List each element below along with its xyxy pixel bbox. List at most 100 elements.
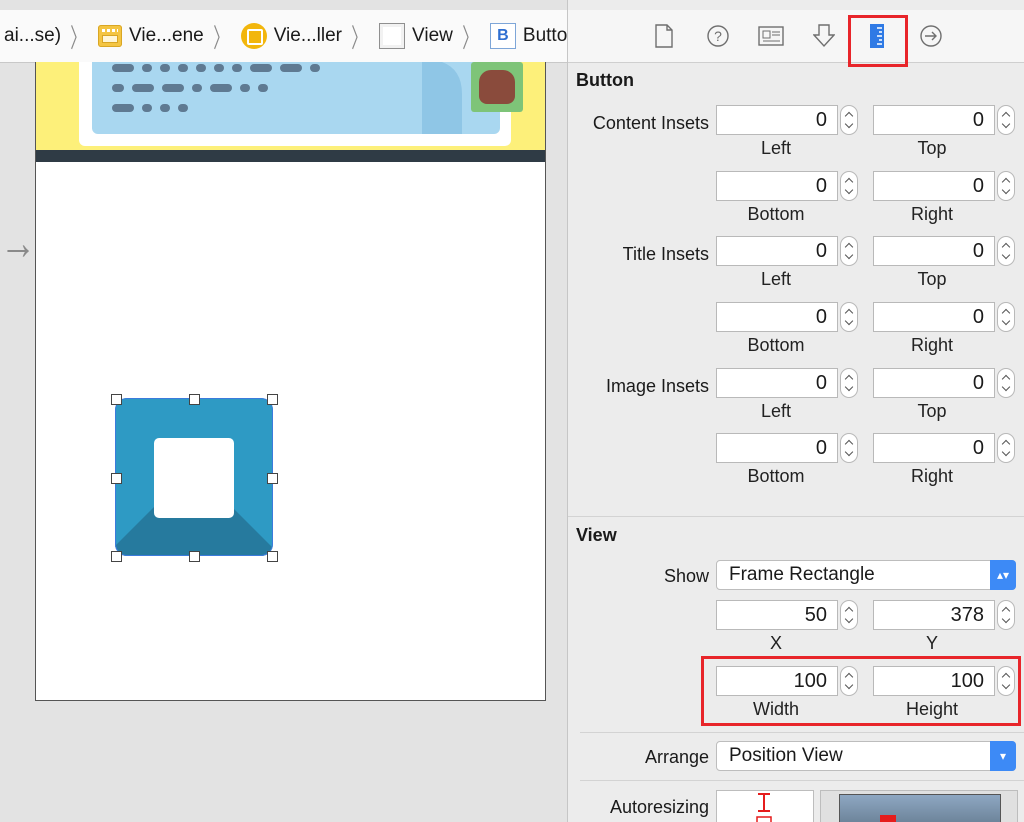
example-window: [839, 794, 1001, 822]
chevron-right-icon: 〉: [351, 22, 367, 53]
chevron-right-icon: 〉: [70, 22, 86, 53]
title-insets-top-stepper[interactable]: [997, 236, 1015, 266]
resize-handle-top-left[interactable]: [111, 394, 122, 405]
left-sublabel: Left: [760, 138, 792, 158]
storyboard-canvas[interactable]: ai...se) 〉 Vie...ene 〉 Vie...ller 〉 View…: [0, 0, 567, 822]
breadcrumb-item-button[interactable]: B Button: [484, 23, 567, 49]
breadcrumb-item-view-controller[interactable]: Vie...ller: [235, 23, 342, 49]
y-stepper[interactable]: [997, 600, 1015, 630]
breadcrumb-label: ai...se): [4, 25, 62, 46]
example-view-marker: [880, 815, 896, 822]
right-sublabel: Right: [910, 204, 954, 224]
autoresizing-label: Autoresizing: [609, 797, 709, 817]
image-insets-left-field[interactable]: 0: [716, 368, 838, 398]
content-insets-top-field[interactable]: 0: [873, 105, 995, 135]
breadcrumb-label: Vie...ller: [273, 25, 343, 46]
view-section-title: View: [576, 525, 617, 545]
arrange-popup[interactable]: Position View ▾: [716, 741, 1016, 771]
content-insets-right-field[interactable]: 0: [873, 171, 995, 201]
resize-handle-bottom-right[interactable]: [267, 551, 278, 562]
banner-illustration: [92, 62, 500, 134]
title-insets-label: Title Insets: [622, 244, 709, 264]
breadcrumb-label: Vie...ene: [129, 25, 204, 46]
view-icon: [379, 23, 406, 49]
section-divider: [580, 732, 1024, 733]
autoresizing-strut-icon: [756, 793, 772, 822]
initial-view-controller-arrow-icon: →: [0, 217, 36, 270]
x-stepper[interactable]: [840, 600, 858, 630]
resize-handle-top[interactable]: [189, 394, 200, 405]
title-insets-right-field[interactable]: 0: [873, 302, 995, 332]
monster-avatar-icon: [471, 62, 523, 112]
title-insets-right-stepper[interactable]: [997, 302, 1015, 332]
top-sublabel: Top: [917, 269, 947, 289]
content-insets-bottom-stepper[interactable]: [840, 171, 858, 201]
show-popup[interactable]: Frame Rectangle ▴▾: [716, 560, 1016, 590]
x-sublabel: X: [769, 633, 782, 653]
image-insets-bottom-stepper[interactable]: [840, 433, 858, 463]
banner-dots-decoration: [112, 62, 462, 134]
inspector-panel: ? Button Content Insets 0 0 Left Top 0 0…: [567, 0, 1024, 822]
size-fields-highlight: [701, 656, 1021, 726]
image-insets-label: Image Insets: [605, 376, 709, 396]
resize-handle-bottom[interactable]: [189, 551, 200, 562]
arrange-popup-value: Position View: [729, 745, 843, 766]
right-sublabel: Right: [910, 466, 954, 486]
content-insets-right-stepper[interactable]: [997, 171, 1015, 201]
image-insets-top-field[interactable]: 0: [873, 368, 995, 398]
breadcrumb-item-project[interactable]: ai...se): [0, 25, 61, 47]
banner-image[interactable]: [36, 62, 545, 162]
title-insets-left-stepper[interactable]: [840, 236, 858, 266]
breadcrumb-label: View: [412, 25, 453, 46]
autoresizing-mask-control[interactable]: [716, 790, 814, 822]
button-section-title: Button: [576, 70, 634, 90]
breadcrumb-item-scene[interactable]: Vie...ene: [92, 25, 204, 47]
autoresizing-example-preview: [820, 790, 1018, 822]
bottom-sublabel: Bottom: [747, 204, 805, 224]
content-insets-bottom-field[interactable]: 0: [716, 171, 838, 201]
show-label: Show: [663, 566, 709, 586]
content-insets-left-field[interactable]: 0: [716, 105, 838, 135]
bottom-sublabel: Bottom: [747, 466, 805, 486]
active-tab-highlight: [848, 15, 908, 67]
image-insets-top-stepper[interactable]: [997, 368, 1015, 398]
file-inspector-icon[interactable]: [650, 22, 678, 50]
y-sublabel: Y: [925, 633, 938, 653]
chevron-right-icon: 〉: [462, 22, 478, 53]
view-controller-icon: [240, 23, 267, 49]
title-insets-left-field[interactable]: 0: [716, 236, 838, 266]
connections-inspector-icon[interactable]: [917, 22, 945, 50]
quick-help-icon[interactable]: ?: [704, 22, 732, 50]
attributes-inspector-icon[interactable]: [810, 22, 838, 50]
breadcrumb-label: Button: [522, 25, 567, 46]
top-sublabel: Top: [917, 401, 947, 421]
identity-inspector-icon[interactable]: [757, 22, 785, 50]
image-insets-right-field[interactable]: 0: [873, 433, 995, 463]
section-divider: [580, 780, 1024, 781]
resize-handle-bottom-left[interactable]: [111, 551, 122, 562]
storyboard-scene-icon: [98, 25, 123, 47]
resize-handle-left[interactable]: [111, 473, 122, 484]
title-insets-bottom-field[interactable]: 0: [716, 302, 838, 332]
x-field[interactable]: 50: [716, 600, 838, 630]
button-icon: B: [489, 23, 516, 49]
image-insets-right-stepper[interactable]: [997, 433, 1015, 463]
resize-handle-top-right[interactable]: [267, 394, 278, 405]
y-field[interactable]: 378: [873, 600, 995, 630]
image-insets-bottom-field[interactable]: 0: [716, 433, 838, 463]
bottom-sublabel: Bottom: [747, 335, 805, 355]
resize-handle-right[interactable]: [267, 473, 278, 484]
breadcrumb-item-view[interactable]: View: [373, 23, 453, 49]
popup-arrows-icon: ▴▾: [990, 560, 1016, 590]
content-insets-left-stepper[interactable]: [840, 105, 858, 135]
title-insets-bottom-stepper[interactable]: [840, 302, 858, 332]
banner-bottom-strip: [36, 150, 545, 162]
breadcrumb: ai...se) 〉 Vie...ene 〉 Vie...ller 〉 View…: [0, 10, 567, 63]
show-popup-value: Frame Rectangle: [729, 564, 875, 585]
image-insets-left-stepper[interactable]: [840, 368, 858, 398]
view-controller-scene[interactable]: [35, 62, 546, 701]
content-insets-top-stepper[interactable]: [997, 105, 1015, 135]
right-sublabel: Right: [910, 335, 954, 355]
title-insets-top-field[interactable]: 0: [873, 236, 995, 266]
section-divider: [568, 516, 1024, 517]
